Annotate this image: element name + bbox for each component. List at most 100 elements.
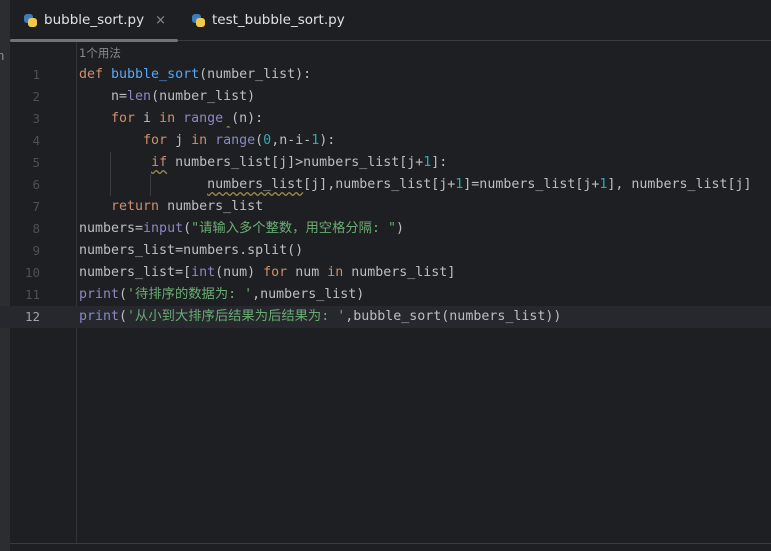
code-token: numbers=: [79, 221, 144, 236]
code-token: [j],numbers_list[j+: [303, 177, 456, 192]
python-icon: [23, 13, 38, 28]
code-line[interactable]: 1 def bubble_sort(number_list):: [0, 64, 771, 86]
tab-label: bubble_sort.py: [44, 12, 145, 28]
line-number: 11: [24, 287, 40, 302]
code-token: print: [79, 309, 120, 324]
code-token: range: [183, 111, 224, 126]
code-text: return numbers_list: [79, 196, 263, 218]
code-token: (: [119, 309, 128, 324]
code-token: 0: [263, 133, 272, 148]
code-token: ], numbers_list[j]: [607, 177, 752, 192]
line-number: 3: [32, 111, 40, 126]
code-line[interactable]: 7 return numbers_list: [0, 196, 771, 218]
code-token: (number_list):: [199, 67, 312, 82]
tab-bubble-sort[interactable]: bubble_sort.py ×: [10, 0, 178, 42]
code-line[interactable]: 12 print('从小到大排序后结果为后结果为: ',bubble_sort(n…: [0, 306, 771, 328]
code-text: print('待排序的数据为: ',numbers_list): [79, 284, 364, 306]
code-token: print: [79, 287, 120, 302]
code-token: ):: [319, 133, 336, 148]
tab-label: test_bubble_sort.py: [211, 12, 345, 28]
code-token: (: [183, 221, 192, 236]
code-token: numbers_list: [167, 199, 264, 214]
code-token: len: [127, 89, 152, 104]
code-token: ,n-i-: [271, 133, 312, 148]
code-token: numbers_list: [207, 177, 304, 192]
code-token: j: [175, 133, 192, 148]
line-number: 10: [24, 265, 40, 280]
line-number: 6: [32, 177, 40, 192]
code-text: for i in range (n):: [79, 108, 263, 130]
line-number: 9: [32, 243, 40, 258]
code-token: '待排序的数据为: ': [127, 287, 253, 302]
code-token: if: [151, 155, 168, 170]
code-token: numbers_list[j]>numbers_list[j+: [167, 155, 424, 170]
code-line[interactable]: 3 for i in range (n):: [0, 108, 771, 130]
code-text: numbers_list=[int(num) for num in number…: [79, 262, 455, 284]
line-number: 2: [32, 89, 40, 104]
code-text: n=len(number_list): [79, 86, 255, 108]
code-token: numbers_list=[: [79, 265, 192, 280]
code-text: numbers_list[j],numbers_list[j+1]=number…: [79, 174, 752, 196]
left-panel-text: h: [0, 48, 5, 63]
code-token: (num): [215, 265, 264, 280]
code-token: num: [295, 265, 328, 280]
code-text: numbers=input("请输入多个整数，用空格分隔: "): [79, 218, 404, 240]
code-token: ]:: [431, 155, 448, 170]
code-token: return: [79, 199, 168, 214]
code-editor[interactable]: 1 def bubble_sort(number_list): 2 n=len(nu…: [0, 64, 771, 328]
code-token: range: [215, 133, 256, 148]
code-token: ]=numbers_list[j+: [463, 177, 600, 192]
code-line[interactable]: 2 n=len(number_list): [0, 86, 771, 108]
code-token: int: [191, 265, 216, 280]
code-token: in: [191, 133, 216, 148]
code-token: bubble_sort: [111, 67, 200, 82]
code-token: (n):: [231, 111, 264, 126]
code-token: ): [395, 221, 404, 236]
line-number: 5: [32, 155, 40, 170]
line-number: 12: [24, 309, 40, 324]
code-text: def bubble_sort(number_list):: [79, 64, 311, 86]
code-token: n=: [79, 89, 128, 104]
code-token: i: [143, 111, 160, 126]
code-line[interactable]: 10 numbers_list=[int(num) for num in numb…: [0, 262, 771, 284]
tab-test-bubble-sort[interactable]: test_bubble_sort.py: [178, 0, 357, 40]
code-text: for j in range(0,n-i-1):: [79, 130, 335, 152]
line-number: 8: [32, 221, 40, 236]
code-token: (: [119, 287, 128, 302]
code-token: in: [159, 111, 184, 126]
code-token: def: [79, 67, 112, 82]
code-line[interactable]: 9 numbers_list=numbers.split(): [0, 240, 771, 262]
code-token: for: [79, 133, 176, 148]
code-token: for: [79, 111, 144, 126]
usage-hint[interactable]: 1个用法: [79, 45, 121, 61]
code-line[interactable]: 6 numbers_list[j],numbers_list[j+1]=numb…: [0, 174, 771, 196]
code-line[interactable]: 5 if numbers_list[j]>numbers_list[j+1]:: [0, 152, 771, 174]
editor-bottom-border: [10, 543, 771, 544]
code-line[interactable]: 4 for j in range(0,n-i-1):: [0, 130, 771, 152]
editor-tabs: bubble_sort.py × test_bubble_sort.py: [10, 0, 771, 42]
code-token: (: [255, 133, 264, 148]
code-token: numbers_list]: [351, 265, 456, 280]
code-token: "请输入多个整数，用空格分隔: ": [191, 221, 396, 236]
code-token: input: [143, 221, 184, 236]
code-token: numbers_list=numbers.split(): [79, 243, 304, 258]
python-icon: [191, 13, 206, 28]
code-text: if numbers_list[j]>numbers_list[j+1]:: [79, 152, 447, 174]
code-token: '从小到大排序后结果为后结果为: ': [127, 309, 346, 324]
line-number: 1: [32, 67, 40, 82]
code-line[interactable]: 8 numbers=input("请输入多个整数，用空格分隔: "): [0, 218, 771, 240]
code-line[interactable]: 11 print('待排序的数据为: ',numbers_list): [0, 284, 771, 306]
close-icon[interactable]: ×: [155, 13, 166, 28]
code-text: print('从小到大排序后结果为后结果为: ',bubble_sort(num…: [79, 306, 561, 328]
line-number: 7: [32, 199, 40, 214]
code-token: ,bubble_sort(numbers_list)): [345, 309, 562, 324]
code-token: in: [327, 265, 352, 280]
code-token: (number_list): [151, 89, 256, 104]
line-number: 4: [32, 133, 40, 148]
code-token: for: [263, 265, 296, 280]
code-text: numbers_list=numbers.split(): [79, 240, 303, 262]
code-token: ,numbers_list): [252, 287, 365, 302]
